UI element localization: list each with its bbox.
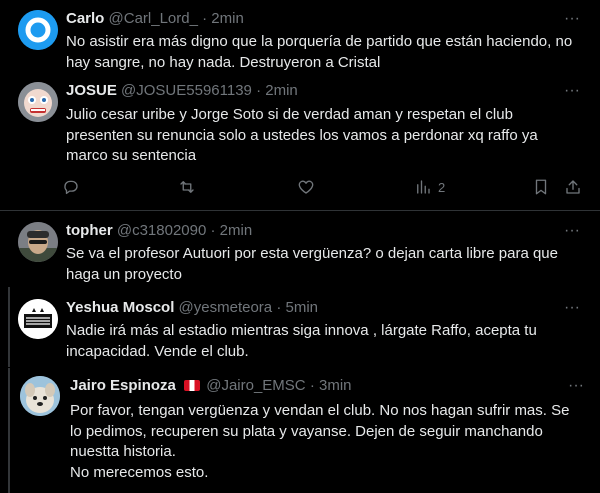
separator: · [256,82,262,99]
more-options-icon[interactable]: ··· [562,9,582,29]
avatar[interactable] [18,299,58,339]
share-icon [566,180,580,194]
tweet-text: Por favor, tengan vergüenza y vendan el … [70,402,570,481]
display-name[interactable]: topher [66,222,113,239]
avatar[interactable] [18,82,58,122]
views-button[interactable]: 2 [414,176,445,198]
user-handle[interactable]: @Jairo_EMSC [206,377,305,394]
user-handle[interactable]: @yesmeteora [179,299,273,316]
tweet-topher[interactable]: topher @c31802090 · 2min ··· Se va el pr… [0,211,600,286]
avatar[interactable] [18,222,58,262]
peru-flag-icon [184,380,201,391]
tweet-josue[interactable]: JOSUE @JOSUE55961139 · 2min ··· Julio ce… [0,76,600,210]
tweet-jairo[interactable]: Jairo Espinoza @Jairo_EMSC · 3min ··· Po… [0,368,600,493]
retweet-icon [180,181,194,193]
more-options-icon[interactable]: ··· [562,298,582,318]
timestamp[interactable]: 2min [211,10,244,27]
separator: · [202,10,208,27]
avatar[interactable] [20,376,60,416]
timestamp[interactable]: 5min [286,299,319,316]
display-name[interactable]: Carlo [66,10,104,27]
bookmark-icon [535,179,547,195]
display-name[interactable]: JOSUE [66,82,117,99]
views-count: 2 [438,179,446,195]
separator: · [276,299,282,316]
separator: · [210,222,216,239]
user-handle[interactable]: @Carl_Lord_ [109,10,198,27]
reply-button[interactable] [62,176,80,198]
tweet-text: No asistir era más digno que la porquerí… [66,33,573,71]
reply-icon [64,180,78,195]
dog-avatar-icon [20,376,60,416]
more-options-icon[interactable]: ··· [562,81,582,101]
display-name[interactable]: Jairo Espinoza [70,377,176,394]
person-avatar-icon [18,222,58,262]
retweet-button[interactable] [178,176,196,198]
user-handle[interactable]: @c31802090 [117,222,206,239]
tweet-yeshua[interactable]: Yeshua Moscol @yesmeteora · 5min ··· Nad… [0,290,600,368]
tweet-carlo[interactable]: Carlo @Carl_Lord_ · 2min ··· No asistir … [0,0,600,80]
doll-face-avatar-icon [18,82,58,122]
timestamp[interactable]: 2min [220,222,253,239]
analytics-icon [417,180,430,194]
avatar[interactable] [18,10,58,50]
more-options-icon[interactable]: ··· [566,376,586,396]
separator: · [309,377,315,394]
like-button[interactable] [297,176,315,198]
heart-icon [298,180,314,194]
bookmark-button[interactable] [532,176,550,198]
user-handle[interactable]: @JOSUE55961139 [121,82,252,99]
tweet-text: Se va el profesor Autuori por esta vergü… [66,245,558,283]
share-button[interactable] [564,176,582,198]
innova-no-es-cristal-avatar-icon [18,299,58,339]
user-avatar-icon [18,10,58,50]
timestamp[interactable]: 2min [265,82,298,99]
action-bar: 2 [0,176,600,198]
tweet-text: Julio cesar uribe y Jorge Soto si de ver… [66,106,538,164]
display-name[interactable]: Yeshua Moscol [66,299,174,316]
timestamp[interactable]: 3min [319,377,352,394]
more-options-icon[interactable]: ··· [562,221,582,241]
tweet-text: Nadie irá más al estadio mientras siga i… [66,322,537,360]
